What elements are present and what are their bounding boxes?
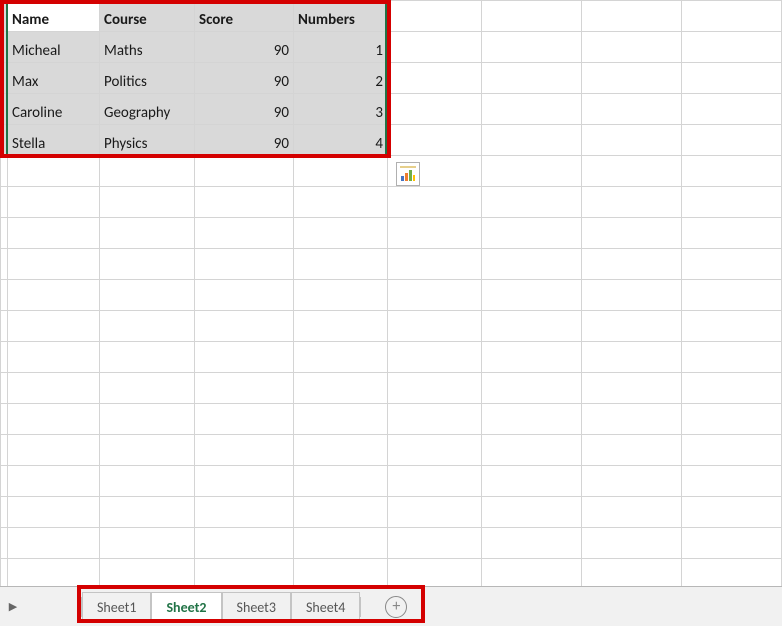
tab-sheet4[interactable]: Sheet4 xyxy=(291,592,360,622)
cell-D5[interactable]: 4 xyxy=(294,125,388,156)
cell-D1[interactable]: Numbers xyxy=(294,1,388,32)
cell-C4[interactable]: 90 xyxy=(195,94,294,125)
cell-B2[interactable]: Maths xyxy=(100,32,195,63)
cell-C2[interactable]: 90 xyxy=(195,32,294,63)
quick-analysis-icon xyxy=(400,166,416,182)
tab-sheet3[interactable]: Sheet3 xyxy=(222,592,291,622)
cell-A4[interactable]: Caroline xyxy=(8,94,100,125)
cell-B3[interactable]: Politics xyxy=(100,63,195,94)
cell-A1[interactable]: Name xyxy=(8,1,100,32)
tab-sheet1[interactable]: Sheet1 xyxy=(82,592,151,622)
cell-C5[interactable]: 90 xyxy=(195,125,294,156)
cell-A2[interactable]: Micheal xyxy=(8,32,100,63)
cell-D3[interactable]: 2 xyxy=(294,63,388,94)
cell-B4[interactable]: Geography xyxy=(100,94,195,125)
tab-scroll-right-icon[interactable]: ▶ xyxy=(0,600,26,613)
tab-sheet2[interactable]: Sheet2 xyxy=(151,592,221,622)
cell-D4[interactable]: 3 xyxy=(294,94,388,125)
cell-E1[interactable] xyxy=(388,1,482,32)
add-sheet-button[interactable]: + xyxy=(385,596,407,618)
cell-D2[interactable]: 1 xyxy=(294,32,388,63)
cell-B1[interactable]: Course xyxy=(100,1,195,32)
cell-A3[interactable]: Max xyxy=(8,63,100,94)
tab-strip: Sheet1 Sheet2 Sheet3 Sheet4 + xyxy=(81,587,407,626)
cell-C1[interactable]: Score xyxy=(195,1,294,32)
sheet-tab-bar: ▶ Sheet1 Sheet2 Sheet3 Sheet4 + xyxy=(0,586,782,626)
cell-A5[interactable]: Stella xyxy=(8,125,100,156)
quick-analysis-button[interactable] xyxy=(396,162,420,186)
cell-B5[interactable]: Physics xyxy=(100,125,195,156)
cell-C3[interactable]: 90 xyxy=(195,63,294,94)
plus-icon: + xyxy=(392,599,400,615)
spreadsheet-grid[interactable]: Name Course Score Numbers Micheal Maths … xyxy=(0,0,782,586)
